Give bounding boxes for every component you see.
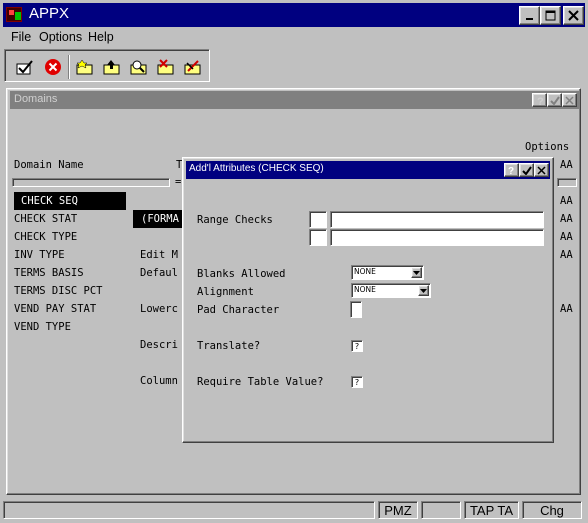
lowercase-label: Lowerc <box>140 303 178 315</box>
domain-name-header: Domain Name <box>14 159 84 171</box>
domain-row[interactable]: CHECK STAT <box>14 213 77 225</box>
check-icon[interactable] <box>14 56 36 78</box>
options-header: Options <box>525 141 570 153</box>
description-label: Descri <box>140 339 178 351</box>
require-table-label: Require Table Value? <box>197 376 324 388</box>
status-mode: Chg <box>522 501 582 519</box>
close-button[interactable] <box>563 6 584 25</box>
minimize-button[interactable] <box>519 6 540 25</box>
domain-row[interactable]: VEND PAY STAT <box>14 303 96 315</box>
options-scrollbar[interactable] <box>557 178 577 187</box>
folder-x-icon[interactable] <box>155 56 177 78</box>
domain-scrollbar[interactable] <box>12 178 170 187</box>
dialog-help-button[interactable]: ? <box>504 163 519 177</box>
blanks-allowed-value: NONE <box>354 267 376 276</box>
dialog-title: Add'l Attributes (CHECK SEQ) <box>189 163 324 174</box>
domain-row[interactable]: TERMS BASIS <box>14 267 84 279</box>
close-icon <box>537 165 546 175</box>
option-value: AA <box>560 249 573 261</box>
close-icon <box>568 10 579 21</box>
maximize-icon <box>545 10 556 21</box>
folder-star-icon[interactable] <box>74 56 96 78</box>
help-icon: ? <box>537 96 544 108</box>
menu-options[interactable]: Options <box>39 30 82 44</box>
domain-row-selected[interactable]: CHECK SEQ <box>14 192 126 210</box>
range-check-flag-1[interactable] <box>309 211 327 228</box>
menu-help[interactable]: Help <box>88 30 114 44</box>
domains-close-button[interactable] <box>562 93 577 107</box>
pad-character-field[interactable] <box>350 301 362 318</box>
dialog-close-button[interactable] <box>534 163 549 177</box>
app-logo-icon <box>6 7 22 22</box>
folder-search-icon[interactable] <box>128 56 150 78</box>
range-check-value-2[interactable] <box>330 229 544 246</box>
attributes-dialog: Add'l Attributes (CHECK SEQ) ? Range Che… <box>182 157 554 443</box>
toolbar <box>4 49 210 82</box>
equals-marker: = <box>175 176 182 188</box>
domains-help-button[interactable]: ? <box>532 93 547 108</box>
translate-checkbox[interactable]: ? <box>351 340 363 352</box>
menu-bar: File Options Help <box>3 27 585 47</box>
edit-mask-label: Edit M <box>140 249 178 261</box>
status-message <box>3 501 375 519</box>
status-bar: PMZ TAP TA Chg <box>3 499 585 520</box>
domains-title: Domains <box>14 93 58 105</box>
status-pmz: PMZ <box>378 501 418 519</box>
alignment-value: NONE <box>354 285 376 294</box>
require-table-value: ? <box>354 377 360 387</box>
option-value: AA <box>560 231 573 243</box>
status-tap: TAP TA <box>464 501 519 519</box>
blanks-allowed-select[interactable]: NONE <box>351 265 424 280</box>
range-check-value-1[interactable] <box>330 211 544 228</box>
folder-up-icon[interactable] <box>101 56 123 78</box>
column-label: Column <box>140 375 178 387</box>
translate-label: Translate? <box>197 340 261 352</box>
status-blank <box>421 501 461 519</box>
domain-row[interactable]: TERMS DISC PCT <box>14 285 103 297</box>
domain-row[interactable]: INV TYPE <box>14 249 65 261</box>
option-value: AA <box>560 303 573 315</box>
help-icon: ? <box>508 166 515 177</box>
check-icon <box>521 165 532 175</box>
close-icon <box>565 95 574 105</box>
blanks-allowed-label: Blanks Allowed <box>197 268 286 280</box>
chevron-down-icon[interactable] <box>411 267 422 278</box>
domains-check-button[interactable] <box>547 93 562 107</box>
minimize-icon <box>525 17 533 20</box>
menu-file[interactable]: File <box>11 30 31 44</box>
range-checks-label: Range Checks <box>197 214 273 226</box>
option-value: AA <box>560 159 573 171</box>
title-bar: APPX <box>3 3 585 27</box>
alignment-label: Alignment <box>197 286 254 298</box>
dialog-title-bar: Add'l Attributes (CHECK SEQ) ? <box>186 161 550 179</box>
app-title: APPX <box>29 5 70 22</box>
domain-row[interactable]: VEND TYPE <box>14 321 71 333</box>
pad-character-label: Pad Character <box>197 304 280 316</box>
domains-title-bar: Domains ? <box>10 91 579 109</box>
range-check-flag-2[interactable] <box>309 229 327 246</box>
toolbar-separator <box>68 55 70 79</box>
require-table-checkbox[interactable]: ? <box>351 376 363 388</box>
chevron-down-icon[interactable] <box>418 285 429 296</box>
option-value: AA <box>560 213 573 225</box>
format-field[interactable]: (FORMA <box>133 210 183 228</box>
alignment-select[interactable]: NONE <box>351 283 431 298</box>
maximize-button[interactable] <box>540 6 561 25</box>
translate-value: ? <box>354 341 360 351</box>
check-icon <box>549 95 560 105</box>
default-label: Defaul <box>140 267 178 279</box>
option-value: AA <box>560 195 573 207</box>
cancel-icon[interactable] <box>42 56 64 78</box>
domain-row[interactable]: CHECK TYPE <box>14 231 77 243</box>
dialog-ok-button[interactable] <box>519 163 534 177</box>
folder-edit-icon[interactable] <box>182 56 204 78</box>
